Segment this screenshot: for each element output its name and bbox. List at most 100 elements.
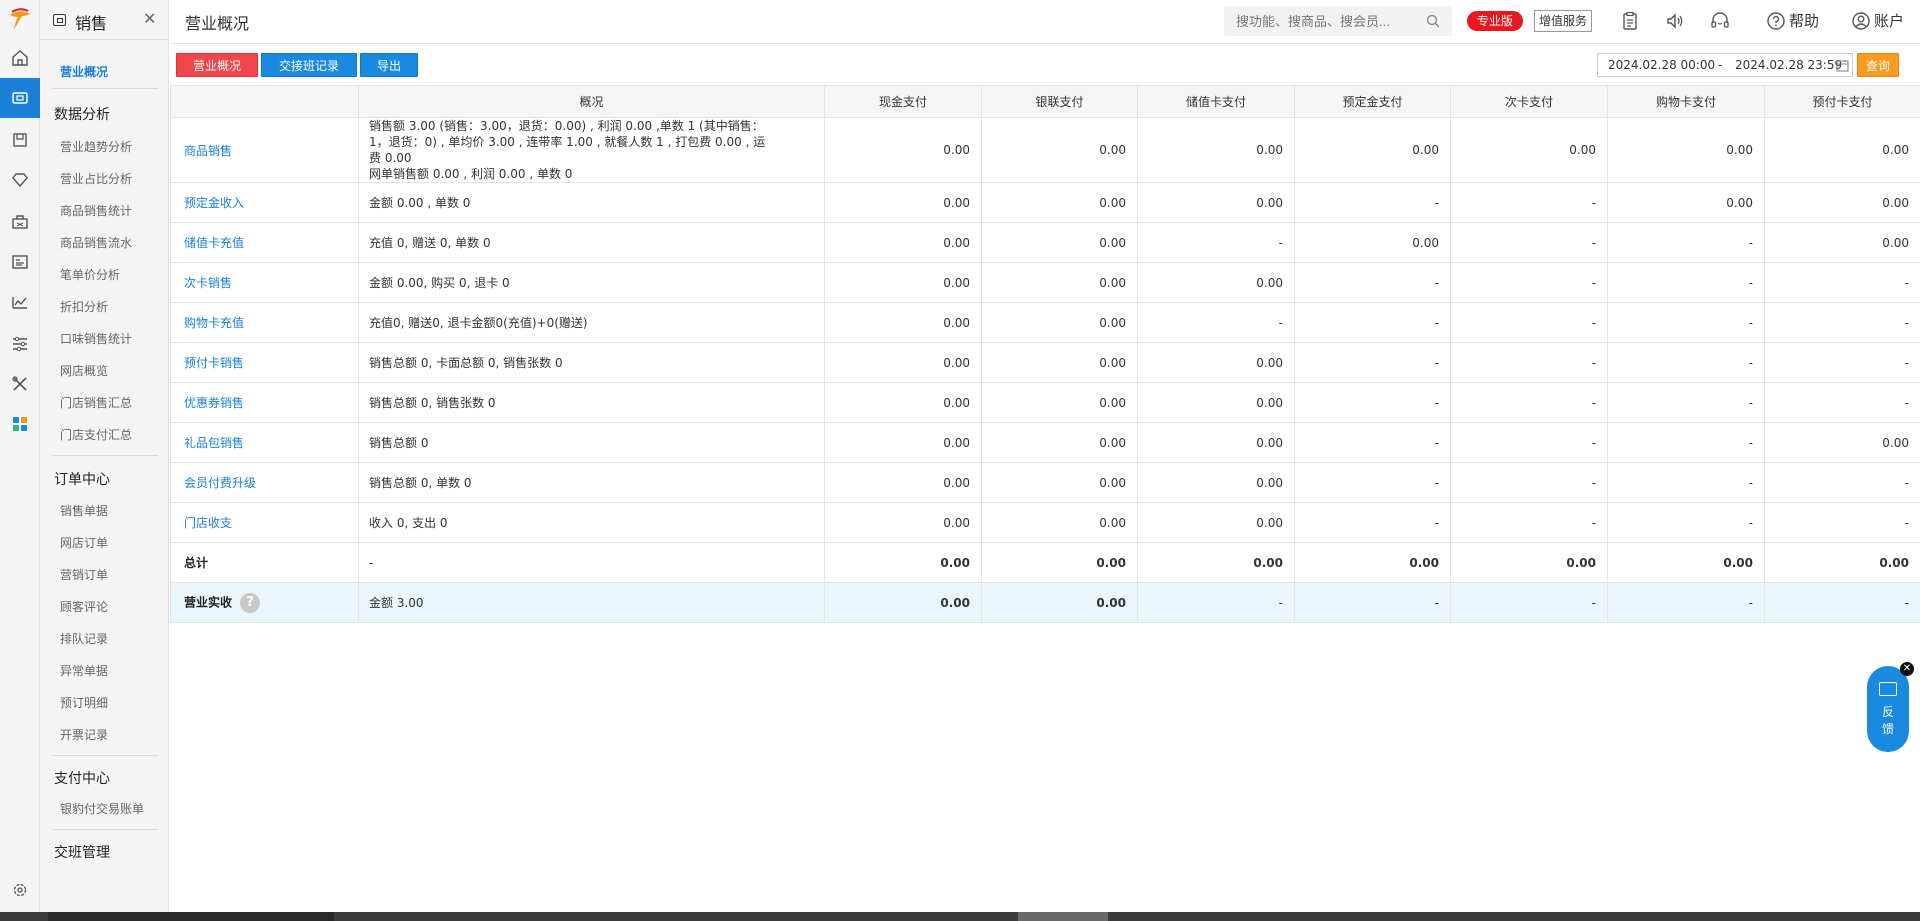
- question-icon[interactable]: ?: [240, 592, 261, 613]
- summary-line: 销售总额 0, 卡面总额 0, 销售张数 0: [369, 355, 563, 370]
- total-label: 总计: [170, 542, 359, 583]
- sidebar-item[interactable]: 笔单价分析: [60, 266, 120, 283]
- sidebar-item[interactable]: 营销订单: [60, 566, 108, 583]
- date-range-picker[interactable]: 2024.02.28 00:00 - 2024.02.28 23:59: [1597, 53, 1853, 77]
- total-cell: 0.00: [1137, 542, 1295, 583]
- tools-icon[interactable]: [0, 364, 40, 404]
- summary-line: 销售总额 0, 销售张数 0: [369, 395, 496, 410]
- sidebar-item[interactable]: 排队记录: [60, 630, 108, 647]
- section-payment-center[interactable]: 支付中心: [54, 768, 110, 788]
- row-summary: 金额 0.00, 购买 0, 退卡 0: [358, 262, 825, 303]
- calendar-icon[interactable]: [1836, 59, 1849, 72]
- sidebar-item[interactable]: 口味销售统计: [60, 330, 132, 347]
- table-row: 商品销售 销售额 3.00 (销售：3.00，退货：0.00) , 利润 0.00…: [170, 117, 1920, 183]
- payment-cell: -: [1294, 302, 1451, 343]
- search-icon[interactable]: [1426, 14, 1440, 28]
- summary-line: 1，退货：0) , 单均价 3.00 , 连带率 1.00 , 就餐人数 1 ,…: [369, 135, 766, 149]
- product-icon[interactable]: [0, 120, 40, 160]
- summary-line: 收入 0, 支出 0: [369, 515, 448, 530]
- help-icon[interactable]: [1765, 10, 1787, 32]
- member-icon[interactable]: [0, 160, 40, 200]
- sidebar-item[interactable]: 商品销售统计: [60, 202, 132, 219]
- sales-module-icon[interactable]: [0, 78, 40, 118]
- speaker-icon[interactable]: [1664, 10, 1686, 32]
- sidebar-item[interactable]: 销售单据: [60, 502, 108, 519]
- date-end[interactable]: 2024.02.28 23:59: [1735, 58, 1842, 72]
- actual-revenue-cell: -: [1607, 582, 1765, 623]
- date-start[interactable]: 2024.02.28 00:00: [1608, 58, 1715, 72]
- query-button[interactable]: 查询: [1857, 53, 1899, 77]
- report-icon[interactable]: [0, 242, 40, 282]
- sidebar-item[interactable]: 营业占比分析: [60, 170, 132, 187]
- edition-badge[interactable]: 专业版: [1467, 11, 1523, 31]
- value-added-button[interactable]: 增值服务: [1534, 10, 1592, 32]
- analytics-icon[interactable]: [0, 282, 40, 322]
- row-label-link[interactable]: 预付卡销售: [170, 342, 359, 383]
- apps-icon[interactable]: [0, 404, 40, 444]
- row-label-link[interactable]: 礼品包销售: [170, 422, 359, 463]
- close-icon[interactable]: ✕: [143, 10, 156, 28]
- divider: [52, 755, 158, 756]
- row-label-link[interactable]: 会员付费升级: [170, 462, 359, 503]
- row-label-link[interactable]: 储值卡充值: [170, 222, 359, 263]
- actual-revenue-cell: -: [1294, 582, 1451, 623]
- row-label-link[interactable]: 次卡销售: [170, 262, 359, 303]
- sidebar-item[interactable]: 顾客评论: [60, 598, 108, 615]
- sidebar-item[interactable]: 开票记录: [60, 726, 108, 743]
- actual-revenue-summary: 金额 3.00: [358, 582, 825, 623]
- table-header-row: 概况 现金支付 银联支付 储值卡支付 预定金支付 次卡支付 购物卡支付 预付卡支…: [170, 85, 1920, 118]
- summary-line: 金额 0.00, 购买 0, 退卡 0: [369, 275, 510, 290]
- row-label-link[interactable]: 门店收支: [170, 502, 359, 543]
- payment-cell: 0.00: [981, 222, 1138, 263]
- payment-cell: 0.00: [1137, 502, 1295, 543]
- search-input[interactable]: [1224, 6, 1424, 36]
- sidebar-item[interactable]: 预订明细: [60, 694, 108, 711]
- overview-button[interactable]: 营业概况: [176, 53, 258, 77]
- sidebar-item[interactable]: 商品销售流水: [60, 234, 132, 251]
- section-shift-management[interactable]: 交班管理: [54, 842, 110, 862]
- sidebar-item[interactable]: 门店支付汇总: [60, 426, 132, 443]
- summary-line: 销售总额 0: [369, 435, 429, 450]
- sidebar-item[interactable]: 网店概览: [60, 362, 108, 379]
- clipboard-icon[interactable]: [1619, 10, 1641, 32]
- date-separator: -: [1718, 58, 1723, 72]
- payment-cell: -: [1607, 422, 1765, 463]
- row-label-link[interactable]: 商品销售: [170, 117, 359, 183]
- row-label-link[interactable]: 购物卡充值: [170, 302, 359, 343]
- headset-icon[interactable]: [1709, 10, 1731, 32]
- payment-cell: 0.00: [981, 502, 1138, 543]
- sidebar-item[interactable]: 网店订单: [60, 534, 108, 551]
- sidebar-item-overview[interactable]: 营业概况: [60, 63, 108, 80]
- total-summary: -: [358, 542, 825, 583]
- home-icon[interactable]: [0, 38, 40, 78]
- payment-cell: 0.00: [981, 342, 1138, 383]
- user-icon[interactable]: [1850, 10, 1872, 32]
- sidebar-item[interactable]: 折扣分析: [60, 298, 108, 315]
- sidebar-item[interactable]: 银豹付交易账单: [60, 800, 144, 817]
- payment-cell: -: [1607, 262, 1765, 303]
- payment-cell: 0.00: [824, 342, 982, 383]
- shift-records-button[interactable]: 交接班记录: [261, 53, 357, 77]
- gear-icon[interactable]: [0, 870, 40, 910]
- global-search: [1224, 6, 1452, 36]
- close-icon[interactable]: ✕: [1900, 662, 1914, 676]
- payment-cell: 0.00: [981, 382, 1138, 423]
- account-link[interactable]: 账户: [1874, 10, 1904, 31]
- sidebar-item[interactable]: 门店销售汇总: [60, 394, 132, 411]
- feedback-button[interactable]: ✕ 反 馈: [1867, 662, 1914, 752]
- inventory-icon[interactable]: [0, 202, 40, 242]
- table-row: 预付卡销售 销售总额 0, 卡面总额 0, 销售张数 0 0.00 0.00 0.00-…: [170, 342, 1920, 383]
- payment-cell: -: [1294, 262, 1451, 303]
- sidebar-item[interactable]: 异常单据: [60, 662, 108, 679]
- export-button[interactable]: 导出: [360, 53, 418, 77]
- section-order-center[interactable]: 订单中心: [54, 469, 110, 489]
- section-data-analysis[interactable]: 数据分析: [54, 104, 110, 124]
- row-summary: 销售总额 0, 单数 0: [358, 462, 825, 503]
- row-label-link[interactable]: 优惠券销售: [170, 382, 359, 423]
- settings-sliders-icon[interactable]: [0, 324, 40, 364]
- sidebar-item[interactable]: 营业趋势分析: [60, 138, 132, 155]
- row-label-link[interactable]: 预定金收入: [170, 182, 359, 223]
- payment-cell: -: [1764, 462, 1920, 503]
- payment-cell: -: [1450, 342, 1608, 383]
- help-link[interactable]: 帮助: [1789, 10, 1819, 31]
